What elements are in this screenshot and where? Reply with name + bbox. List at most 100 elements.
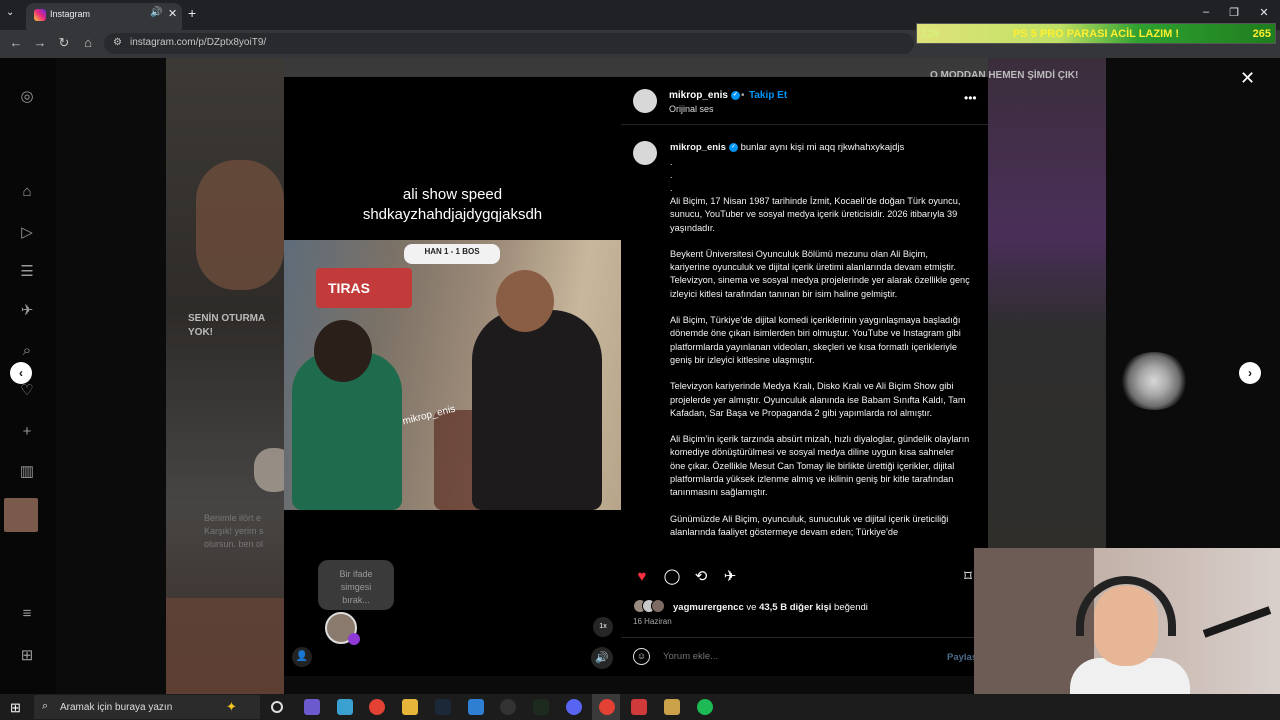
- emoji-icon[interactable]: ☺: [633, 648, 650, 665]
- forward-icon[interactable]: →: [32, 35, 48, 50]
- background-caption: SENİN OTURMA YOK!: [188, 313, 266, 338]
- store-icon[interactable]: [337, 699, 353, 715]
- audio-label[interactable]: Orijinal ses: [669, 104, 714, 114]
- video-title: ali show speed shdkayzhahdjajdygqjaksdh: [284, 185, 621, 225]
- emoji-reaction-text: Bir ifade simgesi bırak...: [339, 569, 373, 605]
- caption-dots: . . .: [670, 157, 673, 193]
- caption-username[interactable]: mikrop_enis: [670, 142, 726, 153]
- search-icon: ⌕: [42, 700, 49, 712]
- app-icon[interactable]: [500, 699, 516, 715]
- chrome-icon[interactable]: [369, 699, 385, 715]
- comment-input[interactable]: [663, 651, 933, 662]
- chrome-icon[interactable]: [599, 699, 615, 715]
- video-head-right: [496, 270, 554, 332]
- tab-title: Instagram: [50, 9, 91, 19]
- close-modal-icon[interactable]: ✕: [1240, 68, 1255, 89]
- verified-badge-icon: ✓: [730, 90, 740, 100]
- instagram-favicon-icon: [34, 9, 46, 21]
- caption-first-line: bunlar aynı kişi mi aqq rjkwhahxykajdjs: [740, 142, 905, 153]
- post-details-panel: mikrop_enis ✓ • Takip Et Orijinal ses •••…: [621, 77, 988, 676]
- post-comment-button[interactable]: Paylaş: [947, 652, 977, 663]
- previous-post-icon[interactable]: ‹: [10, 362, 32, 384]
- scoreboard-text: HAN 1 - 1 BOS: [424, 247, 480, 256]
- caption-header: mikrop_enis ✓ bunlar aynı kişi mi aqq rjk…: [670, 142, 904, 153]
- task-view-icon[interactable]: [271, 701, 283, 713]
- app-icon[interactable]: [468, 699, 484, 715]
- author-username-text[interactable]: mikrop_enis: [669, 90, 728, 101]
- liker-username[interactable]: yagmurergencc: [673, 602, 744, 613]
- more-options-icon[interactable]: •••: [964, 91, 977, 105]
- video-frame: TIRAS HAN 1 - 1 BOS mikrop_enis: [284, 240, 621, 510]
- apps-nav-icon[interactable]: ⊞: [16, 645, 38, 667]
- site-info-icon[interactable]: ⚙: [113, 37, 122, 48]
- reels-nav-icon[interactable]: ▷: [16, 222, 38, 244]
- file-explorer-icon[interactable]: [402, 699, 418, 715]
- spotify-icon[interactable]: [697, 699, 713, 715]
- app-icon[interactable]: [631, 699, 647, 715]
- tab-search-icon[interactable]: ⌄: [6, 7, 14, 18]
- likes-text[interactable]: yagmurergencc ve 43,5 B diğer kişi beğen…: [673, 602, 868, 613]
- instagram-logo-icon[interactable]: ◎: [16, 86, 38, 108]
- background-post-right: [988, 58, 1106, 558]
- feed-nav-icon[interactable]: ☰: [16, 261, 38, 283]
- reel-video[interactable]: ali show speed shdkayzhahdjajdygqjaksdh …: [284, 77, 621, 676]
- messages-nav-icon[interactable]: ✈: [16, 300, 38, 322]
- dashboard-nav-icon[interactable]: ▥: [16, 461, 38, 483]
- more-nav-icon[interactable]: ≡: [16, 603, 38, 625]
- url-field[interactable]: ⚙ instagram.com/p/DZptx8yoiT9/: [104, 33, 914, 54]
- post-date[interactable]: 16 Haziran: [633, 617, 672, 626]
- taskbar-search[interactable]: ⌕ Aramak için buraya yazın ✦: [34, 695, 260, 719]
- follow-button[interactable]: Takip Et: [749, 90, 787, 101]
- reaction-badge-icon: [348, 633, 360, 645]
- next-post-icon[interactable]: ›: [1239, 362, 1261, 384]
- share-icon[interactable]: ✈: [720, 567, 740, 587]
- windows-taskbar: ⊞ ⌕ Aramak için buraya yazın ✦: [0, 694, 1280, 720]
- caption-paragraph: Ali Biçim, 17 Nisan 1987 tarihinde İzmit…: [670, 196, 961, 233]
- close-window-icon[interactable]: ✕: [1254, 6, 1274, 19]
- header-separator: •: [741, 90, 745, 101]
- background-strip-top: [284, 58, 988, 77]
- search-nav-icon[interactable]: ⌕: [16, 340, 38, 362]
- banner-text: PS 5 PRO PARASI ACİL LAZIM !: [1013, 28, 1180, 40]
- back-icon[interactable]: ←: [8, 35, 24, 50]
- steam-icon[interactable]: [435, 699, 451, 715]
- create-nav-icon[interactable]: +: [16, 421, 38, 443]
- comment-icon[interactable]: ◯: [662, 567, 682, 587]
- video-person-right: [472, 310, 602, 510]
- like-heart-icon[interactable]: ♥: [632, 567, 652, 587]
- maximize-icon[interactable]: ❐: [1224, 6, 1244, 19]
- app-icon[interactable]: [533, 699, 549, 715]
- tab-close-icon[interactable]: ✕: [168, 7, 177, 20]
- emoji-reaction-bubble[interactable]: Bir ifade simgesi bırak...: [318, 560, 394, 610]
- liker-avatar: [651, 599, 665, 613]
- minimize-icon[interactable]: –: [1196, 6, 1216, 18]
- likes-count[interactable]: 43,5 B diğer kişi: [759, 602, 831, 613]
- home-icon[interactable]: ⌂: [80, 35, 96, 50]
- discord-icon[interactable]: [566, 699, 582, 715]
- caption-paragraph: Ali Biçim, Türkiye’de dijital komedi içe…: [670, 315, 961, 365]
- new-tab-icon[interactable]: +: [188, 5, 196, 21]
- caption-paragraph: Günümüzde Ali Biçim, oyunculuk, sunuculu…: [670, 513, 949, 537]
- background-noise-blob: [1118, 352, 1190, 410]
- app-icon[interactable]: [304, 699, 320, 715]
- reload-icon[interactable]: ↻: [56, 35, 72, 51]
- likes-conjunction: ve: [743, 602, 760, 613]
- microphone-arm: [1202, 606, 1272, 638]
- webcam-overlay: [974, 548, 1280, 694]
- browser-tab[interactable]: Instagram 🔊 ✕: [26, 3, 182, 30]
- mute-icon[interactable]: 🔊: [591, 647, 613, 669]
- caption-paragraph: Televizyon kariyerinde Medya Kralı, Disk…: [670, 381, 966, 418]
- caption-avatar[interactable]: [633, 141, 657, 165]
- action-bar: ♥ ◯ ⟲ ✈ ⌑: [621, 567, 988, 587]
- home-nav-icon[interactable]: ⌂: [16, 181, 38, 203]
- windows-start-icon[interactable]: ⊞: [10, 700, 21, 716]
- video-title-line1: ali show speed: [402, 186, 503, 203]
- audio-icon[interactable]: 🔊: [150, 7, 162, 18]
- playback-speed-button[interactable]: 1x: [593, 617, 613, 637]
- author-avatar[interactable]: [633, 89, 657, 113]
- background-face: [196, 160, 284, 290]
- repost-icon[interactable]: ⟲: [691, 567, 711, 587]
- author-username[interactable]: mikrop_enis ✓: [669, 90, 740, 101]
- league-icon[interactable]: [664, 699, 680, 715]
- tagged-users-icon[interactable]: 👤: [292, 647, 312, 667]
